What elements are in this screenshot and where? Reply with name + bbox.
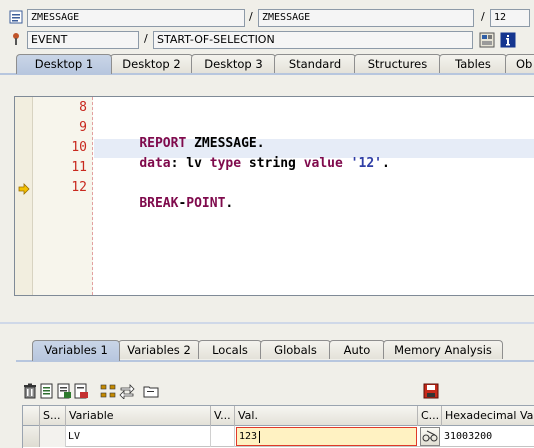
line-number: 10 bbox=[71, 140, 87, 155]
line-number: 8 bbox=[79, 100, 87, 115]
code-line-12: BREAK-POINT. bbox=[139, 196, 234, 211]
program-icon bbox=[9, 10, 23, 24]
hierarchy-icon[interactable] bbox=[100, 383, 116, 399]
hex-value-cell: 31003200 bbox=[444, 431, 493, 442]
desktop-tab-strip: Desktop 1 Desktop 2 Desktop 3 Standard S… bbox=[0, 54, 534, 75]
transfer-arrows-icon[interactable] bbox=[119, 383, 135, 400]
tab-structures[interactable]: Structures bbox=[354, 54, 441, 73]
event-name-field[interactable]: START-OF-SELECTION bbox=[153, 31, 473, 49]
variables-toolbar bbox=[22, 383, 222, 400]
tab-desktop-3[interactable]: Desktop 3 bbox=[191, 54, 276, 73]
display-icon[interactable] bbox=[479, 32, 495, 48]
tab-objects[interactable]: Ob bbox=[505, 54, 534, 73]
variables-table: S... Variable V... Val. C... Hexadecimal… bbox=[22, 405, 534, 448]
code-line-10: data: lv type string value '12'. bbox=[139, 156, 390, 171]
separator-slash: / bbox=[144, 32, 148, 45]
glasses-edit-icon bbox=[422, 430, 438, 442]
event-type-field[interactable]: EVENT bbox=[27, 31, 139, 49]
current-line-arrow-icon bbox=[18, 183, 30, 195]
delete-icon[interactable] bbox=[22, 383, 38, 399]
import-list-icon[interactable] bbox=[39, 383, 55, 399]
save-variables-icon[interactable] bbox=[73, 383, 89, 399]
column-header-status[interactable]: S... bbox=[40, 406, 66, 426]
program-field[interactable]: ZMESSAGE bbox=[27, 9, 245, 27]
editor-marker-column bbox=[15, 97, 33, 295]
variable-name-cell[interactable]: LV bbox=[66, 426, 211, 447]
status-cell bbox=[40, 426, 66, 447]
tab-desktop-1[interactable]: Desktop 1 bbox=[16, 54, 112, 74]
column-header-value[interactable]: Val. bbox=[235, 406, 418, 426]
text-cursor bbox=[259, 431, 260, 443]
tab-globals[interactable]: Globals bbox=[260, 340, 331, 359]
table-header-row: S... Variable V... Val. C... Hexadecimal… bbox=[23, 406, 534, 426]
separator-slash: / bbox=[481, 10, 485, 23]
tab-variables-2[interactable]: Variables 2 bbox=[118, 340, 200, 359]
tab-desktop-2[interactable]: Desktop 2 bbox=[110, 54, 193, 73]
line-number: 9 bbox=[79, 120, 87, 135]
code-editor[interactable]: 8 9 10 11 12 REPORT ZMESSAGE. data: lv t… bbox=[14, 96, 534, 296]
line-number: 12 bbox=[71, 180, 87, 195]
value-text: 123 bbox=[239, 431, 258, 442]
line-field[interactable]: 12 bbox=[490, 9, 530, 27]
table-row[interactable]: LV 123 31003200 bbox=[23, 426, 534, 447]
event-icon bbox=[9, 32, 23, 46]
column-header-variable[interactable]: Variable bbox=[66, 406, 211, 426]
change-value-button[interactable] bbox=[420, 427, 440, 446]
row-selector-header[interactable] bbox=[23, 406, 40, 426]
column-header-view[interactable]: V... bbox=[211, 406, 235, 426]
separator-slash: / bbox=[249, 10, 253, 23]
line-number: 11 bbox=[71, 160, 87, 175]
column-header-hex[interactable]: Hexadecimal Valu bbox=[442, 406, 534, 426]
export-list-icon[interactable] bbox=[56, 383, 72, 399]
info-icon[interactable] bbox=[500, 32, 516, 48]
folder-icon[interactable] bbox=[143, 383, 159, 399]
tab-variables-1[interactable]: Variables 1 bbox=[32, 340, 120, 361]
view-cell[interactable] bbox=[211, 426, 235, 447]
pane-splitter[interactable] bbox=[0, 322, 534, 324]
variable-tab-strip: Variables 1 Variables 2 Locals Globals A… bbox=[0, 340, 534, 361]
tab-auto[interactable]: Auto bbox=[329, 340, 385, 359]
include-field[interactable]: ZMESSAGE bbox=[258, 9, 474, 27]
tab-memory-analysis[interactable]: Memory Analysis bbox=[383, 340, 503, 359]
save-layout-icon[interactable] bbox=[423, 383, 439, 399]
column-header-change[interactable]: C... bbox=[418, 406, 442, 426]
row-selector[interactable] bbox=[23, 426, 40, 447]
value-input[interactable]: 123 bbox=[236, 427, 417, 446]
tab-locals[interactable]: Locals bbox=[198, 340, 262, 359]
tab-standard[interactable]: Standard bbox=[274, 54, 356, 73]
tab-tables[interactable]: Tables bbox=[439, 54, 507, 73]
